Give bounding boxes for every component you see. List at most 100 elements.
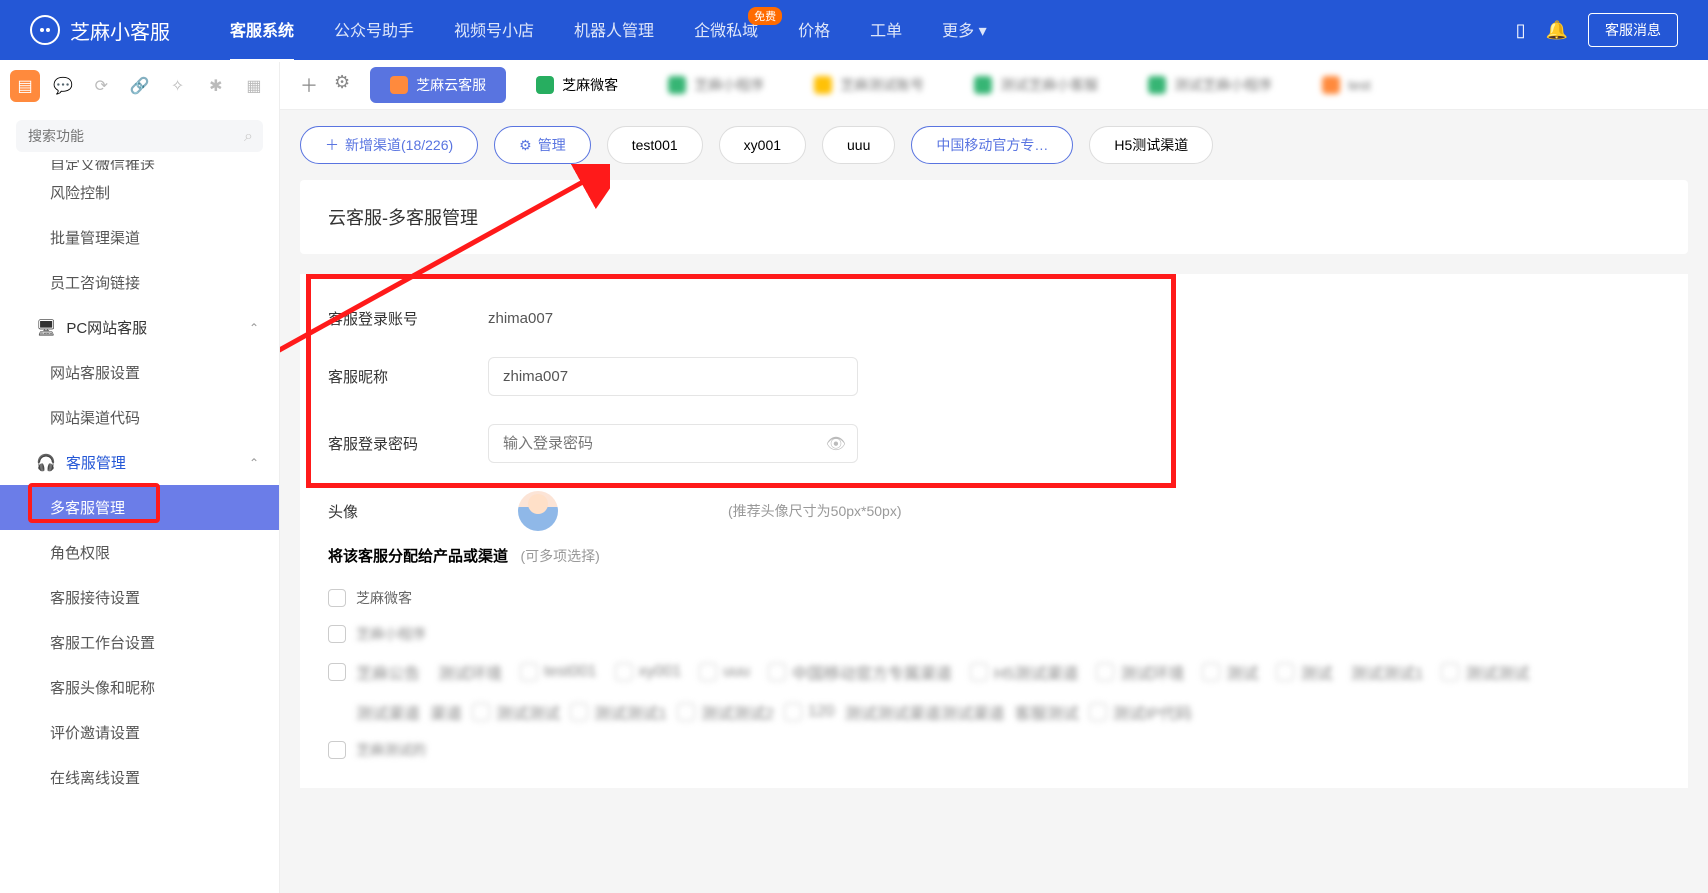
header-right: ▯ 🔔 客服消息: [1516, 13, 1678, 47]
tab-dot-icon: [390, 76, 408, 94]
checkbox-label-blurred: 芝麻小程序: [356, 624, 426, 644]
menu-group-kefu-mgmt[interactable]: 🎧客服管理 ⌃: [0, 440, 279, 485]
tab-blurred-2[interactable]: 芝麻测试账号: [794, 67, 944, 103]
sidebar: ▤ 💬 ⟳ 🔗 ✧ ✱ ▦ ⌕ 自定义微信推送 风险控制 批量管理渠道 员工咨询…: [0, 60, 280, 893]
tab-blurred-1[interactable]: 芝麻小程序: [648, 67, 784, 103]
nav-kefu[interactable]: 客服系统: [230, 0, 294, 62]
tool-grid-icon[interactable]: ▦: [239, 70, 269, 102]
channel-pill-xy001[interactable]: xy001: [719, 126, 806, 164]
avatar-image[interactable]: [518, 491, 558, 531]
account-value: zhima007: [488, 310, 553, 327]
tool-refresh-icon[interactable]: ⟳: [86, 70, 116, 102]
menu-staff-consult[interactable]: 员工咨询链接: [0, 260, 279, 305]
sidebar-search: ⌕: [16, 120, 263, 152]
avatar-label: 头像: [328, 501, 488, 522]
channel-filter-row: ＋ 新增渠道(18/226) ⚙ 管理 test001 xy001 uuu 中国…: [280, 110, 1708, 180]
tab-zhima-weike[interactable]: 芝麻微客: [516, 67, 638, 103]
gear-icon[interactable]: ⚙: [334, 72, 350, 98]
checkbox[interactable]: [328, 625, 346, 643]
avatar-hint: (推荐头像尺寸为50px*50px): [728, 501, 902, 521]
account-label: 客服登录账号: [328, 308, 488, 329]
tab-blurred-5[interactable]: test: [1302, 68, 1391, 102]
menu-online-offline[interactable]: 在线离线设置: [0, 755, 279, 800]
channel-pill-h5[interactable]: H5测试渠道: [1089, 126, 1213, 164]
assign-section: 将该客服分配给产品或渠道 (可多项选择) 芝麻微客 芝麻小程序 芝麻公告测试: [300, 545, 1688, 768]
tool-link-icon[interactable]: 🔗: [124, 70, 154, 102]
password-row: 客服登录密码 👁: [300, 410, 1688, 477]
channel-pill-cmcc[interactable]: 中国移动官方专…: [911, 126, 1073, 164]
nickname-label: 客服昵称: [328, 366, 488, 387]
free-badge: 免费: [748, 7, 782, 25]
menu-batch-channel[interactable]: 批量管理渠道: [0, 215, 279, 260]
top-header: 芝麻小客服 客服系统 公众号助手 视频号小店 机器人管理 企微私域 免费 价格 …: [0, 0, 1708, 60]
tab-dot-icon: [536, 76, 554, 94]
assign-option-1: 芝麻微客: [328, 580, 1660, 616]
password-label: 客服登录密码: [328, 433, 488, 454]
manage-button[interactable]: ⚙ 管理: [494, 126, 591, 164]
highlight-annotation: [28, 483, 160, 523]
tool-star-icon[interactable]: ✱: [201, 70, 231, 102]
tool-puzzle-icon[interactable]: ✧: [163, 70, 193, 102]
checkbox[interactable]: [328, 741, 346, 759]
tab-blurred-3[interactable]: 测试芝麻小客服: [954, 67, 1118, 103]
eye-off-icon[interactable]: 👁: [826, 434, 846, 454]
workspace-tabs: ＋ ⚙ 芝麻云客服 芝麻微客 芝麻小程序 芝麻测试账号 测试芝麻小客服 测试芝麻…: [280, 60, 1708, 110]
nickname-input[interactable]: [488, 357, 858, 396]
menu-site-settings[interactable]: 网站客服设置: [0, 350, 279, 395]
menu-workbench[interactable]: 客服工作台设置: [0, 620, 279, 665]
gear-icon: ⚙: [519, 137, 532, 154]
menu-multi-kefu[interactable]: 多客服管理: [0, 485, 279, 530]
menu-group-pc[interactable]: 🖥PC网站客服 ⌃: [0, 305, 279, 350]
tool-chat-icon[interactable]: 💬: [48, 70, 78, 102]
sub-checks-blurred: 芝麻公告测试环境 test001 xy001 uuu 中国移动官方专属渠道 H5…: [356, 660, 1529, 684]
tab-blurred-4[interactable]: 测试芝麻小程序: [1128, 67, 1292, 103]
chevron-down-icon: ▾: [979, 23, 987, 40]
monitor-icon: 🖥: [36, 318, 56, 338]
channel-pill-uuu[interactable]: uuu: [822, 126, 895, 164]
checkbox[interactable]: [328, 589, 346, 607]
nav-more[interactable]: 更多 ▾: [942, 0, 987, 62]
add-channel-button[interactable]: ＋ 新增渠道(18/226): [300, 126, 478, 164]
assign-subtitle: (可多项选择): [520, 548, 599, 564]
top-nav: 客服系统 公众号助手 视频号小店 机器人管理 企微私域 免费 价格 工单 更多 …: [230, 0, 1516, 62]
mobile-icon[interactable]: ▯: [1516, 20, 1526, 41]
headset-icon: 🎧: [36, 453, 56, 473]
bell-icon[interactable]: 🔔: [1546, 20, 1568, 41]
assign-option-multiline: 芝麻公告测试环境 test001 xy001 uuu 中国移动官方专属渠道 H5…: [328, 652, 1660, 692]
nav-qiwei[interactable]: 企微私域 免费: [694, 0, 758, 62]
menu-custom-push[interactable]: 自定义微信推送: [0, 160, 279, 170]
menu-reception[interactable]: 客服接待设置: [0, 575, 279, 620]
nickname-row: 客服昵称: [300, 343, 1688, 410]
checkbox-label: 芝麻微客: [356, 588, 412, 608]
menu-avatar-nick[interactable]: 客服头像和昵称: [0, 665, 279, 710]
menu-risk[interactable]: 风险控制: [0, 170, 279, 215]
assign-title: 将该客服分配给产品或渠道: [328, 548, 508, 565]
checkbox-label-blurred: 芝麻测试的: [356, 740, 426, 760]
search-input[interactable]: [16, 120, 263, 152]
tool-home-icon[interactable]: ▤: [10, 70, 40, 102]
kefu-message-button[interactable]: 客服消息: [1588, 13, 1678, 47]
chevron-up-icon: ⌃: [249, 321, 259, 335]
channel-pill-test001[interactable]: test001: [607, 126, 703, 164]
sidebar-menu: 自定义微信推送 风险控制 批量管理渠道 员工咨询链接 🖥PC网站客服 ⌃ 网站客…: [0, 160, 279, 893]
nav-shipinhao[interactable]: 视频号小店: [454, 0, 534, 62]
nav-price[interactable]: 价格: [798, 0, 830, 62]
tab-zhima-cloud[interactable]: 芝麻云客服: [370, 67, 506, 103]
plus-icon[interactable]: ＋: [300, 72, 318, 98]
logo-icon: [30, 15, 60, 45]
nav-gongzhonghao[interactable]: 公众号助手: [334, 0, 414, 62]
page-title-card: 云客服-多客服管理: [300, 180, 1688, 254]
menu-review-invite[interactable]: 评价邀请设置: [0, 710, 279, 755]
logo[interactable]: 芝麻小客服: [30, 15, 170, 45]
nav-ticket[interactable]: 工单: [870, 0, 902, 62]
checkbox[interactable]: [328, 663, 346, 681]
menu-role[interactable]: 角色权限: [0, 530, 279, 575]
page-title: 云客服-多客服管理: [328, 204, 1660, 230]
password-input[interactable]: [488, 424, 858, 463]
sidebar-toolbar: ▤ 💬 ⟳ 🔗 ✧ ✱ ▦: [0, 60, 279, 112]
plus-icon: ＋: [325, 135, 339, 155]
search-icon[interactable]: ⌕: [244, 128, 253, 146]
avatar-row: 头像 (推荐头像尺寸为50px*50px): [300, 477, 1688, 545]
menu-site-code[interactable]: 网站渠道代码: [0, 395, 279, 440]
nav-robot[interactable]: 机器人管理: [574, 0, 654, 62]
